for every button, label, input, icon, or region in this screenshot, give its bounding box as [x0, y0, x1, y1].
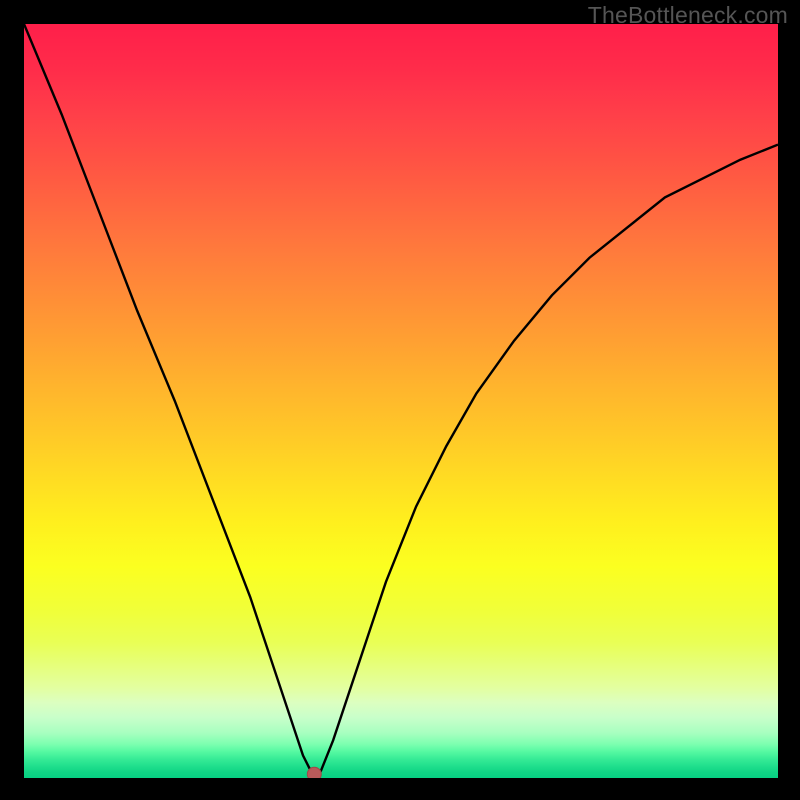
optimal-point-marker — [307, 767, 321, 778]
bottleneck-curve — [24, 24, 778, 778]
watermark-text: TheBottleneck.com — [588, 2, 788, 29]
chart-container: TheBottleneck.com — [0, 0, 800, 800]
curve-layer — [24, 24, 778, 778]
plot-area — [24, 24, 778, 778]
